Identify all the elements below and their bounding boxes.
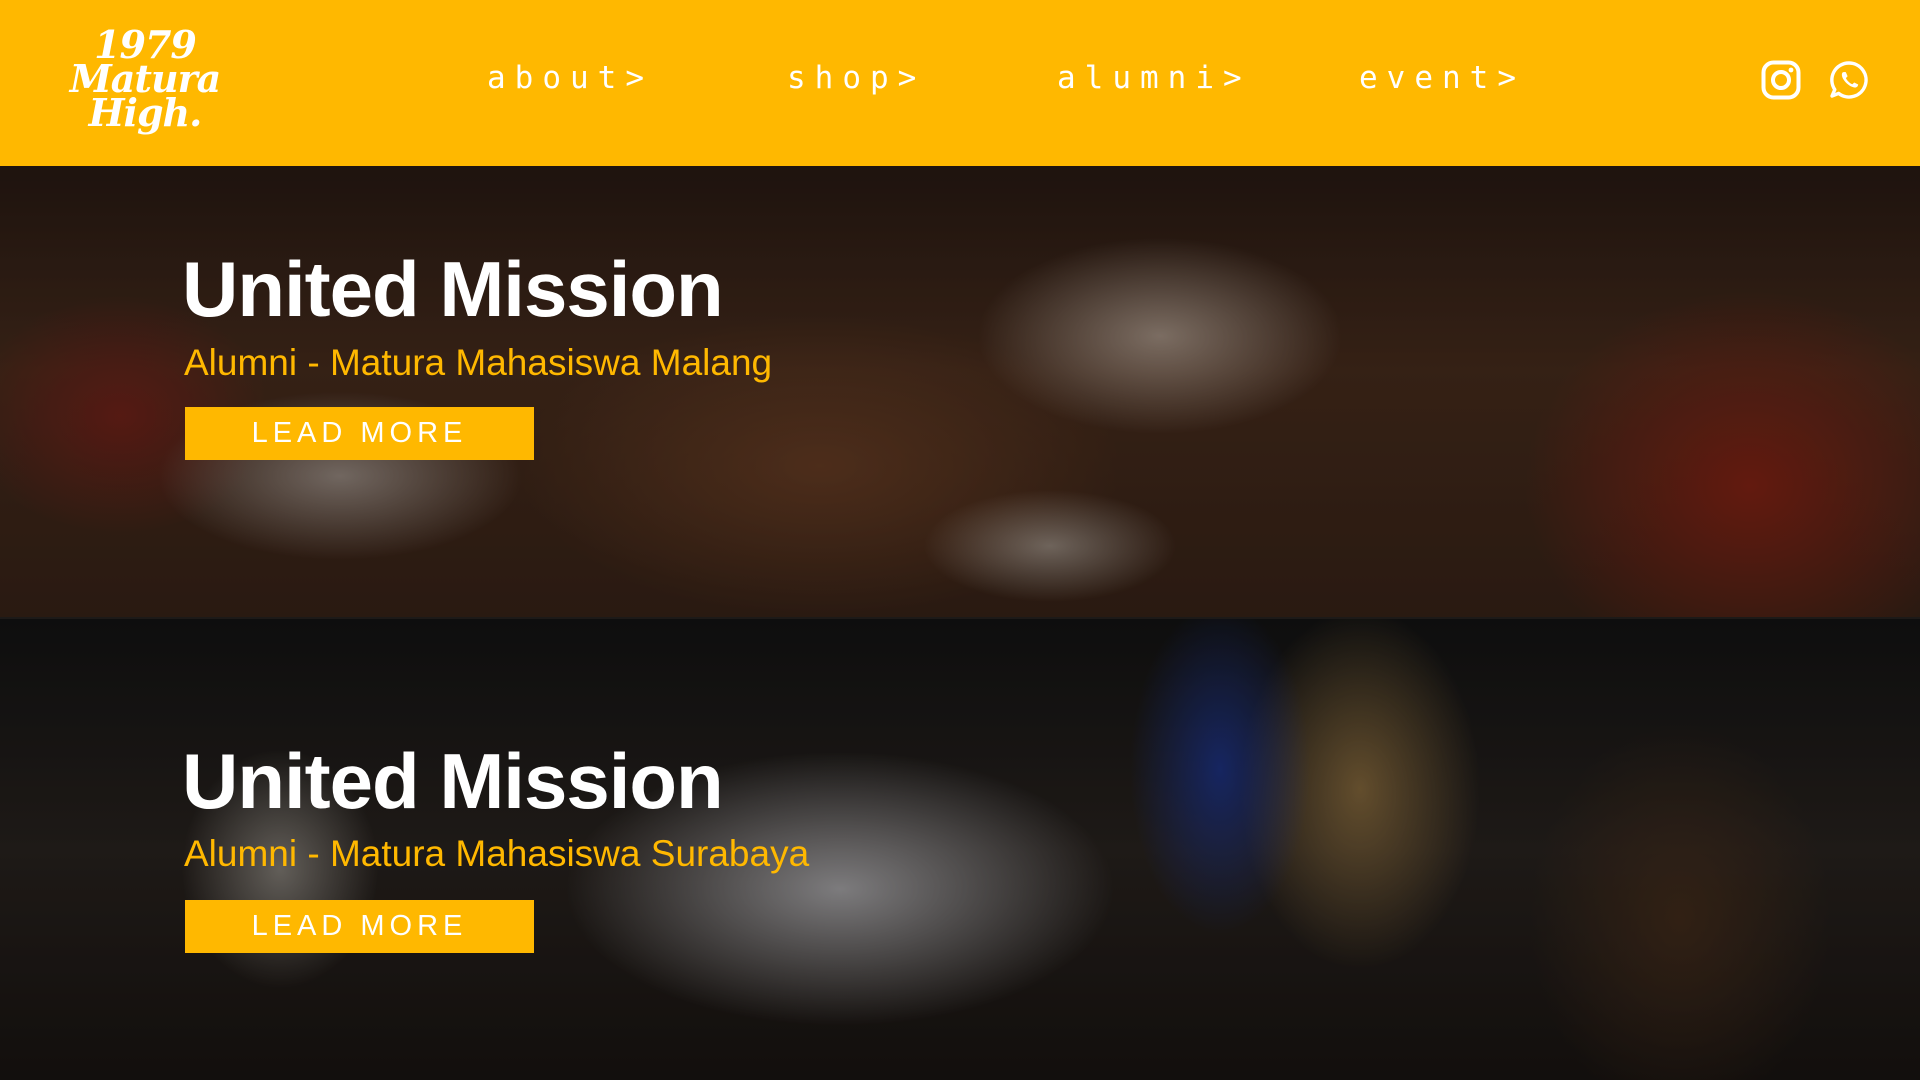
page: 1979 Matura High. about> shop> alumni> e… — [0, 0, 1920, 1080]
nav-about-link[interactable]: about> — [487, 60, 653, 96]
nav-alumni-link[interactable]: alumni> — [1057, 60, 1251, 96]
banner-subtitle: Alumni - Matura Mahasiswa Surabaya — [184, 833, 810, 874]
nav-event-link[interactable]: event> — [1359, 60, 1525, 96]
lead-more-button[interactable]: LEAD MORE — [185, 900, 534, 953]
site-logo[interactable]: 1979 Matura High. — [60, 26, 230, 135]
banner-subtitle: Alumni - Matura Mahasiswa Malang — [184, 342, 773, 383]
logo-line-school: High. — [88, 90, 203, 135]
whatsapp-icon[interactable] — [1829, 60, 1869, 100]
instagram-icon-graphic — [1761, 60, 1801, 100]
whatsapp-icon-graphic — [1830, 61, 1868, 99]
instagram-icon[interactable] — [1761, 60, 1801, 100]
banner-overlay — [0, 166, 1920, 619]
banner-title: United Mission — [182, 245, 724, 333]
banner-title: United Mission — [182, 737, 724, 825]
banner-surabaya: United Mission Alumni - Matura Mahasiswa… — [0, 619, 1920, 1080]
nav-shop-link[interactable]: shop> — [787, 60, 925, 96]
header-bar: 1979 Matura High. about> shop> alumni> e… — [0, 0, 1920, 166]
lead-more-button[interactable]: LEAD MORE — [185, 407, 534, 460]
banner-malang: United Mission Alumni - Matura Mahasiswa… — [0, 166, 1920, 619]
